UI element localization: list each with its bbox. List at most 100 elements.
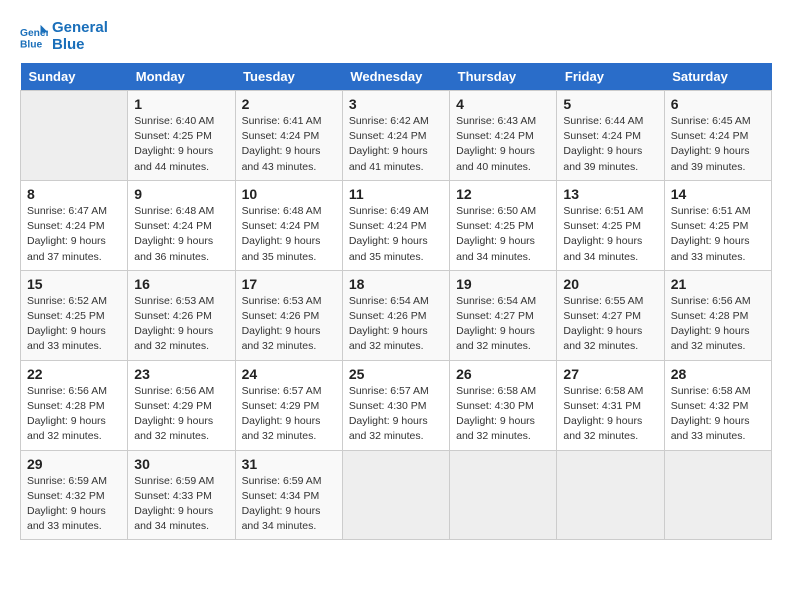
day-number: 19 — [456, 276, 550, 292]
calendar-cell — [664, 450, 771, 540]
weekday-header-sunday: Sunday — [21, 63, 128, 91]
day-number: 26 — [456, 366, 550, 382]
calendar-cell: 15 Sunrise: 6:52 AMSunset: 4:25 PMDayligh… — [21, 270, 128, 360]
day-info: Sunrise: 6:42 AMSunset: 4:24 PMDaylight:… — [349, 114, 443, 175]
weekday-header-thursday: Thursday — [450, 63, 557, 91]
day-number: 5 — [563, 96, 657, 112]
day-info: Sunrise: 6:54 AMSunset: 4:26 PMDaylight:… — [349, 294, 443, 355]
calendar-table: SundayMondayTuesdayWednesdayThursdayFrid… — [20, 63, 772, 540]
day-number: 27 — [563, 366, 657, 382]
day-info: Sunrise: 6:53 AMSunset: 4:26 PMDaylight:… — [242, 294, 336, 355]
calendar-cell: 9Sunrise: 6:48 AMSunset: 4:24 PMDaylight… — [128, 180, 235, 270]
weekday-header-friday: Friday — [557, 63, 664, 91]
day-info: Sunrise: 6:56 AMSunset: 4:28 PMDaylight:… — [27, 384, 121, 445]
day-info: Sunrise: 6:59 AMSunset: 4:34 PMDaylight:… — [242, 474, 336, 535]
calendar-cell: 4 Sunrise: 6:43 AMSunset: 4:24 PMDaylight… — [450, 91, 557, 181]
calendar-cell: 2 Sunrise: 6:41 AMSunset: 4:24 PMDaylight… — [235, 91, 342, 181]
day-info: Sunrise: 6:44 AMSunset: 4:24 PMDaylight:… — [563, 114, 657, 175]
calendar-cell: 6 Sunrise: 6:45 AMSunset: 4:24 PMDaylight… — [664, 91, 771, 181]
calendar-cell: 14 Sunrise: 6:51 AMSunset: 4:25 PMDayligh… — [664, 180, 771, 270]
day-number: 8 — [27, 186, 121, 202]
page-header: General Blue GeneralBlue — [20, 20, 772, 53]
calendar-cell: 18 Sunrise: 6:54 AMSunset: 4:26 PMDayligh… — [342, 270, 449, 360]
day-info: Sunrise: 6:43 AMSunset: 4:24 PMDaylight:… — [456, 114, 550, 175]
day-number: 2 — [242, 96, 336, 112]
day-number: 25 — [349, 366, 443, 382]
day-number: 4 — [456, 96, 550, 112]
day-number: 30 — [134, 456, 228, 472]
day-info: Sunrise: 6:58 AMSunset: 4:31 PMDaylight:… — [563, 384, 657, 445]
svg-text:Blue: Blue — [20, 39, 43, 50]
day-info: Sunrise: 6:56 AMSunset: 4:29 PMDaylight:… — [134, 384, 228, 445]
day-info: Sunrise: 6:53 AMSunset: 4:26 PMDaylight:… — [134, 294, 228, 355]
day-number: 13 — [563, 186, 657, 202]
day-number: 17 — [242, 276, 336, 292]
calendar-cell: 5 Sunrise: 6:44 AMSunset: 4:24 PMDaylight… — [557, 91, 664, 181]
day-info: Sunrise: 6:57 AMSunset: 4:29 PMDaylight:… — [242, 384, 336, 445]
logo: General Blue GeneralBlue — [20, 20, 108, 53]
day-info: Sunrise: 6:50 AMSunset: 4:25 PMDaylight:… — [456, 204, 550, 265]
day-number: 28 — [671, 366, 765, 382]
calendar-cell: 3Sunrise: 6:42 AMSunset: 4:24 PMDaylight… — [342, 91, 449, 181]
day-info: Sunrise: 6:41 AMSunset: 4:24 PMDaylight:… — [242, 114, 336, 175]
calendar-cell — [21, 91, 128, 181]
day-number: 20 — [563, 276, 657, 292]
day-number: 10 — [242, 186, 336, 202]
calendar-cell: 24Sunrise: 6:57 AMSunset: 4:29 PMDayligh… — [235, 360, 342, 450]
day-info: Sunrise: 6:48 AMSunset: 4:24 PMDaylight:… — [242, 204, 336, 265]
calendar-cell — [342, 450, 449, 540]
day-number: 29 — [27, 456, 121, 472]
day-info: Sunrise: 6:57 AMSunset: 4:30 PMDaylight:… — [349, 384, 443, 445]
day-number: 14 — [671, 186, 765, 202]
logo-icon: General Blue — [20, 23, 48, 51]
day-info: Sunrise: 6:56 AMSunset: 4:28 PMDaylight:… — [671, 294, 765, 355]
day-number: 23 — [134, 366, 228, 382]
day-number: 21 — [671, 276, 765, 292]
calendar-cell: 19 Sunrise: 6:54 AMSunset: 4:27 PMDayligh… — [450, 270, 557, 360]
calendar-cell: 8 Sunrise: 6:47 AMSunset: 4:24 PMDaylight… — [21, 180, 128, 270]
day-info: Sunrise: 6:49 AMSunset: 4:24 PMDaylight:… — [349, 204, 443, 265]
day-number: 6 — [671, 96, 765, 112]
day-number: 1 — [134, 96, 228, 112]
calendar-cell: 23 Sunrise: 6:56 AMSunset: 4:29 PMDayligh… — [128, 360, 235, 450]
calendar-cell: 27 Sunrise: 6:58 AMSunset: 4:31 PMDayligh… — [557, 360, 664, 450]
day-info: Sunrise: 6:51 AMSunset: 4:25 PMDaylight:… — [563, 204, 657, 265]
calendar-cell: 30 Sunrise: 6:59 AMSunset: 4:33 PMDayligh… — [128, 450, 235, 540]
calendar-cell: 12 Sunrise: 6:50 AMSunset: 4:25 PMDayligh… — [450, 180, 557, 270]
day-info: Sunrise: 6:58 AMSunset: 4:32 PMDaylight:… — [671, 384, 765, 445]
day-number: 15 — [27, 276, 121, 292]
day-info: Sunrise: 6:55 AMSunset: 4:27 PMDaylight:… — [563, 294, 657, 355]
weekday-header-wednesday: Wednesday — [342, 63, 449, 91]
calendar-cell: 25 Sunrise: 6:57 AMSunset: 4:30 PMDayligh… — [342, 360, 449, 450]
calendar-cell: 20 Sunrise: 6:55 AMSunset: 4:27 PMDayligh… — [557, 270, 664, 360]
calendar-cell: 10 Sunrise: 6:48 AMSunset: 4:24 PMDayligh… — [235, 180, 342, 270]
weekday-header-monday: Monday — [128, 63, 235, 91]
calendar-cell: 21 Sunrise: 6:56 AMSunset: 4:28 PMDayligh… — [664, 270, 771, 360]
day-info: Sunrise: 6:54 AMSunset: 4:27 PMDaylight:… — [456, 294, 550, 355]
calendar-cell: 31 Sunrise: 6:59 AMSunset: 4:34 PMDayligh… — [235, 450, 342, 540]
calendar-cell: 1Sunrise: 6:40 AMSunset: 4:25 PMDaylight… — [128, 91, 235, 181]
logo-text: GeneralBlue — [52, 20, 108, 53]
day-number: 11 — [349, 186, 443, 202]
calendar-cell: 29 Sunrise: 6:59 AMSunset: 4:32 PMDayligh… — [21, 450, 128, 540]
day-number: 12 — [456, 186, 550, 202]
weekday-header-tuesday: Tuesday — [235, 63, 342, 91]
day-info: Sunrise: 6:52 AMSunset: 4:25 PMDaylight:… — [27, 294, 121, 355]
day-number: 9 — [134, 186, 228, 202]
day-info: Sunrise: 6:51 AMSunset: 4:25 PMDaylight:… — [671, 204, 765, 265]
calendar-cell: 28 Sunrise: 6:58 AMSunset: 4:32 PMDayligh… — [664, 360, 771, 450]
day-number: 18 — [349, 276, 443, 292]
calendar-cell: 22Sunrise: 6:56 AMSunset: 4:28 PMDayligh… — [21, 360, 128, 450]
day-info: Sunrise: 6:45 AMSunset: 4:24 PMDaylight:… — [671, 114, 765, 175]
day-info: Sunrise: 6:47 AMSunset: 4:24 PMDaylight:… — [27, 204, 121, 265]
calendar-cell: 13 Sunrise: 6:51 AMSunset: 4:25 PMDayligh… — [557, 180, 664, 270]
day-info: Sunrise: 6:59 AMSunset: 4:32 PMDaylight:… — [27, 474, 121, 535]
day-info: Sunrise: 6:59 AMSunset: 4:33 PMDaylight:… — [134, 474, 228, 535]
calendar-cell: 16Sunrise: 6:53 AMSunset: 4:26 PMDayligh… — [128, 270, 235, 360]
weekday-header-saturday: Saturday — [664, 63, 771, 91]
day-number: 31 — [242, 456, 336, 472]
calendar-cell — [557, 450, 664, 540]
calendar-cell: 17 Sunrise: 6:53 AMSunset: 4:26 PMDayligh… — [235, 270, 342, 360]
calendar-cell: 11 Sunrise: 6:49 AMSunset: 4:24 PMDayligh… — [342, 180, 449, 270]
calendar-cell: 26Sunrise: 6:58 AMSunset: 4:30 PMDayligh… — [450, 360, 557, 450]
